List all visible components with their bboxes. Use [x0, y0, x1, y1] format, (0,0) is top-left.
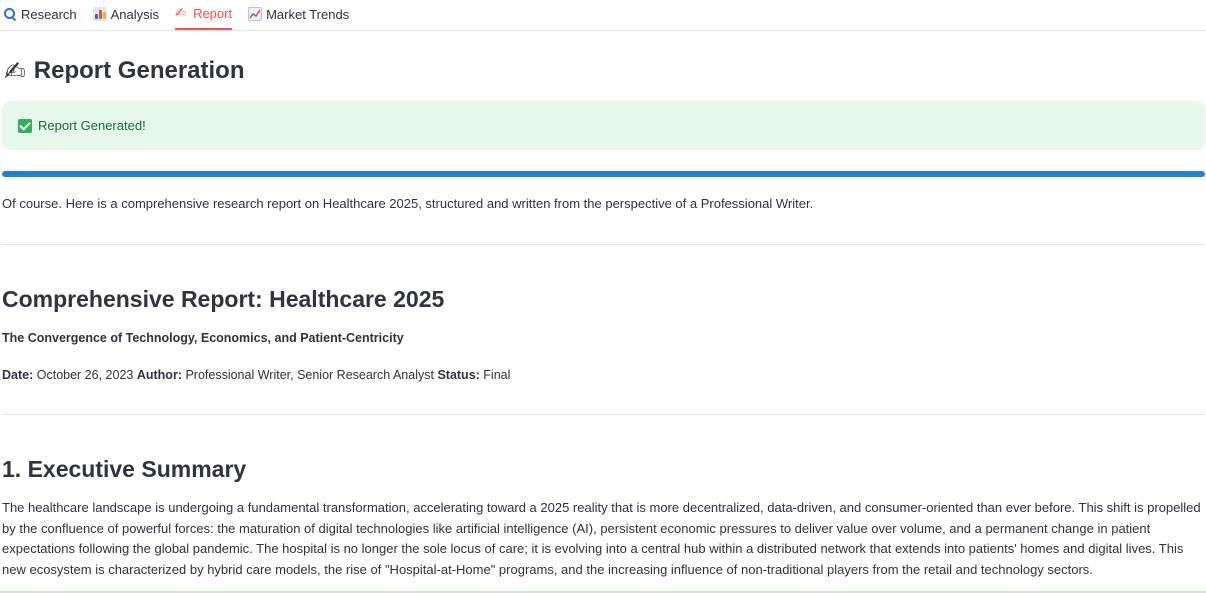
status-label: Status: — [437, 368, 480, 382]
trend-chart-icon — [248, 7, 263, 21]
progress-bar — [2, 171, 1205, 177]
bar-chart-icon — [92, 7, 107, 21]
check-icon — [18, 118, 32, 133]
progress-bar-fill — [2, 171, 1205, 177]
date-label: Date: — [2, 368, 34, 382]
tab-analysis-label: Analysis — [110, 6, 160, 22]
writing-hand-icon: ✍ — [175, 5, 186, 20]
date-value: October 26, 2023 — [36, 368, 134, 382]
tab-research-label: Research — [21, 6, 77, 22]
report-subtitle: The Convergence of Technology, Economics… — [2, 331, 404, 345]
report-meta: Date: October 26, 2023 Author: Professio… — [2, 368, 510, 382]
tab-market-trends-label: Market Trends — [266, 6, 350, 22]
divider — [2, 244, 1205, 245]
tab-research[interactable]: Research — [3, 0, 77, 30]
tab-report-label: Report — [193, 5, 233, 21]
author-value: Professional Writer, Senior Research Ana… — [185, 368, 434, 382]
report-intro: Of course. Here is a comprehensive resea… — [2, 196, 814, 211]
section-heading: 1. Executive Summary — [2, 456, 247, 482]
success-alert: Report Generated! — [2, 101, 1205, 150]
writing-hand-icon: ✍ — [4, 56, 26, 86]
tab-report[interactable]: ✍ Report — [175, 0, 233, 30]
tab-bar: Research Analysis ✍ Report Market Trends — [0, 0, 1206, 31]
author-label: Author: — [136, 368, 182, 382]
magnifier-icon — [3, 7, 17, 21]
section-body: The healthcare landscape is undergoing a… — [2, 500, 1201, 577]
report-heading: Comprehensive Report: Healthcare 2025 — [2, 286, 445, 312]
success-alert-message: Report Generated! — [38, 118, 146, 133]
divider — [2, 414, 1205, 415]
status-value: Final — [483, 368, 511, 382]
page-title-text: Report Generation — [33, 57, 245, 84]
tab-analysis[interactable]: Analysis — [92, 0, 160, 30]
page-title: ✍ Report Generation — [4, 56, 245, 86]
tab-market-trends[interactable]: Market Trends — [248, 0, 349, 30]
